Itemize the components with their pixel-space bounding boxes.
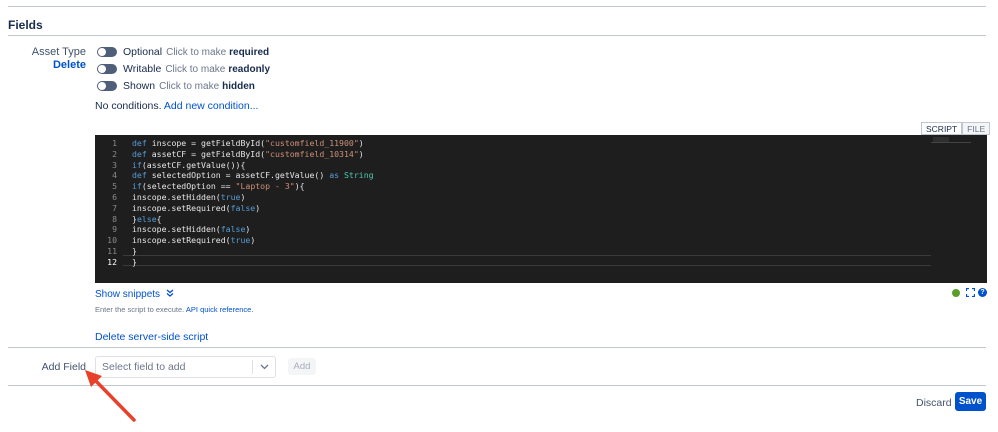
code-text: } [132, 246, 137, 256]
save-button[interactable]: Save [955, 392, 986, 411]
toggle-switch-icon[interactable] [97, 64, 117, 74]
code-text: inscope.setRequired(false) [132, 202, 261, 213]
field-label: Asset Type [31, 46, 86, 58]
help-icon[interactable]: ? [978, 288, 987, 297]
code-text: inscope.setHidden(true) [132, 192, 246, 202]
tab-file[interactable]: FILE [962, 122, 991, 135]
line-number: 4 [112, 170, 117, 181]
tab-script[interactable]: SCRIPT [921, 122, 963, 135]
add-condition-link[interactable]: Add new condition... [164, 100, 259, 112]
toggle-hint-strong: readonly [228, 63, 271, 75]
toggle-name: Writable [123, 63, 162, 75]
toggle-row-writable[interactable]: Writable Click to make readonly [97, 62, 270, 76]
editor-tabs: SCRIPT FILE [921, 122, 991, 135]
toggle-hint-strong: required [229, 46, 270, 58]
discard-button[interactable]: Discard [916, 397, 952, 409]
add-field-divider-bottom [8, 385, 986, 386]
line-number: 7 [112, 202, 117, 213]
code-text: inscope.setRequired(true) [132, 235, 256, 246]
delete-field-link[interactable]: Delete [8, 59, 86, 71]
toggle-hint: Click to make [159, 80, 220, 92]
add-field-label: Add Field [41, 361, 86, 373]
code-text: if(selectedOption == "Laptop - 3"){ [132, 181, 305, 192]
line-number: 1 [112, 138, 117, 148]
add-field-button[interactable]: Add [288, 358, 316, 375]
top-divider [8, 6, 986, 7]
code-text: def selectedOption = assetCF.getValue() … [132, 170, 374, 181]
toggle-hint: Click to make [165, 63, 226, 75]
toggle-switch-icon[interactable] [97, 47, 117, 57]
toggle-row-shown[interactable]: Shown Click to make hidden [97, 79, 255, 93]
api-quick-reference-link[interactable]: API quick reference. [186, 305, 254, 314]
toggle-switch-icon[interactable] [97, 81, 117, 91]
annotation-arrow-icon [85, 370, 136, 422]
section-title: Fields [8, 18, 43, 32]
toggle-hint: Click to make [166, 46, 227, 58]
conditions-line: No conditions. Add new condition... [95, 100, 258, 112]
code-text: } [132, 256, 137, 267]
editor-minimap-line [931, 142, 971, 143]
code-text: inscope.setHidden(false) [132, 224, 251, 235]
status-dot-icon [952, 289, 960, 297]
code-text: def inscope = getFieldById("customfield_… [132, 138, 364, 148]
help-text: Enter the script to execute. [95, 305, 185, 314]
add-field-divider-top [8, 347, 986, 348]
toggle-name: Shown [123, 80, 156, 92]
fullscreen-icon[interactable] [966, 288, 975, 297]
chevron-down-icon[interactable] [253, 364, 275, 370]
line-number: 8 [112, 213, 117, 224]
line-number: 11 [107, 246, 117, 256]
line-number: 10 [107, 235, 117, 246]
script-editor[interactable]: 1 def inscope = getFieldById("customfield… [95, 135, 987, 283]
line-number: 2 [112, 148, 117, 159]
toggle-name: Optional [123, 46, 163, 58]
line-number: 6 [112, 192, 117, 202]
section-divider [8, 35, 986, 36]
active-line-highlight [123, 255, 931, 266]
code-text: }else{ [132, 213, 162, 224]
toggle-row-optional[interactable]: Optional Click to make required [97, 45, 269, 59]
line-number: 5 [112, 181, 117, 192]
script-help-text: Enter the script to execute. API quick r… [95, 305, 253, 314]
code-text: def assetCF = getFieldById("customfield_… [132, 148, 364, 159]
delete-server-side-script-link[interactable]: Delete server-side script [95, 331, 208, 343]
show-snippets-label: Show snippets [95, 289, 161, 300]
toggle-hint-strong: hidden [222, 80, 255, 92]
conditions-text: No conditions. [95, 100, 162, 112]
line-number: 9 [112, 224, 117, 235]
show-snippets-link[interactable]: Show snippets [95, 289, 174, 300]
code-text: if(assetCF.getValue()){ [132, 159, 246, 170]
line-number: 3 [112, 159, 117, 170]
line-number: 12 [107, 256, 117, 267]
double-chevron-down-icon [166, 289, 174, 297]
